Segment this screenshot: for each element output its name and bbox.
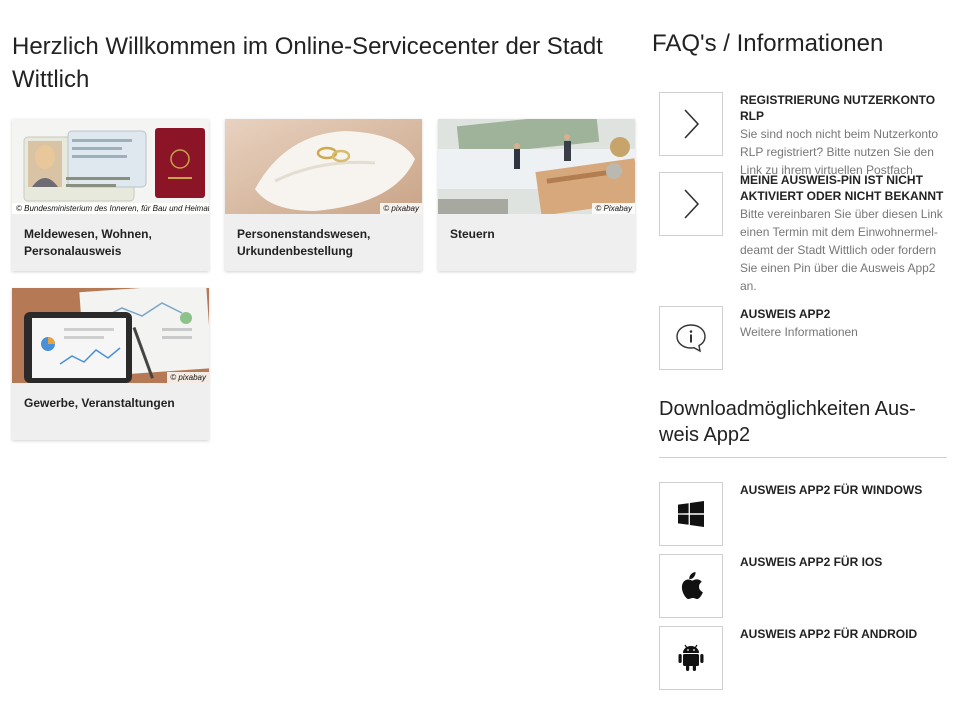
download-title-text: Ausweis App2 für iOS <box>740 555 883 569</box>
download-button[interactable] <box>659 554 723 618</box>
info-bubble-icon <box>676 324 706 353</box>
windows-icon <box>678 501 704 527</box>
tile-image-tablet-charts: © pixabay <box>12 288 209 383</box>
download-title: Downloadmöglichkeiten Aus­weis App2 <box>659 398 916 446</box>
tile-image-wedding-rings: © pixabay <box>225 119 422 214</box>
faq-title: FAQ's / Informationen <box>652 30 884 57</box>
image-credit: © Pixabay <box>592 203 635 214</box>
faq-link-button[interactable] <box>659 172 723 236</box>
faq-item-title: Ausweis App2 <box>740 307 831 321</box>
tile-steuern[interactable]: © Pixabay Steuern <box>438 119 635 271</box>
download-button[interactable] <box>659 482 723 546</box>
tile-image-id-documents: © Bundesministerium des Inneren, für Bau… <box>12 119 209 214</box>
page-title: Herzlich Willkommen im Online-Servicecen… <box>12 33 603 93</box>
tile-image-money: © Pixabay <box>438 119 635 214</box>
download-button[interactable] <box>659 626 723 690</box>
faq-item-title: Meine Ausweis-PIN ist nicht ak­tiviert o… <box>740 173 944 203</box>
image-credit: © pixabay <box>380 203 422 214</box>
download-title-text: Ausweis App2 für Android <box>740 627 918 641</box>
tile-personenstandswesen[interactable]: © pixabay Personenstandswesen, Urkundenb… <box>225 119 422 271</box>
tile-label: Meldewesen, Wohnen, Personalausweis <box>24 227 152 258</box>
faq-item-title: Registrierung Nutzerkonto RLP <box>740 93 936 123</box>
tile-label: Gewerbe, Veranstaltungen <box>24 396 175 410</box>
faq-item-text: Weitere Informationen <box>740 325 858 339</box>
tile-gewerbe[interactable]: © pixabay Gewerbe, Veranstaltungen <box>12 288 209 440</box>
tile-label: Personenstandswesen, Urkundenbestellung <box>237 227 371 258</box>
image-credit: © Bundesministerium des Inneren, für Bau… <box>12 203 209 214</box>
download-title-text: Ausweis App2 für Windows <box>740 483 923 497</box>
faq-link-button[interactable] <box>659 92 723 156</box>
tile-label: Steuern <box>450 227 495 241</box>
apple-icon <box>681 572 703 600</box>
faq-link-button[interactable] <box>659 306 723 370</box>
chevron-right-icon <box>684 189 700 219</box>
faq-item-text: Bitte vereinbaren Sie über diesen Link e… <box>740 207 943 293</box>
chevron-right-icon <box>684 109 700 139</box>
tile-meldewesen[interactable]: © Bundesministerium des Inneren, für Bau… <box>12 119 209 271</box>
image-credit: © pixabay <box>167 372 209 383</box>
faq-item-text: Sie sind noch nicht beim Nutzerkonto RLP… <box>740 127 939 177</box>
android-icon <box>678 644 704 671</box>
divider <box>659 457 947 458</box>
